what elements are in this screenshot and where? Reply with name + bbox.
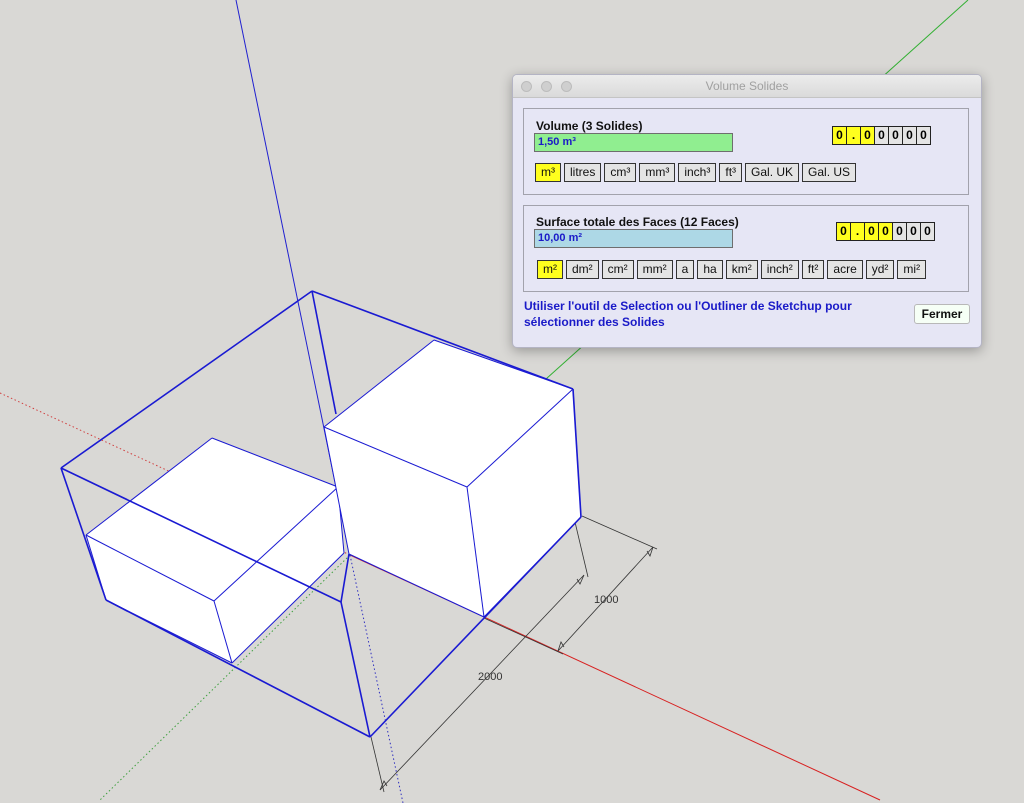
unit-button[interactable]: m³ xyxy=(535,163,561,182)
unit-button[interactable]: acre xyxy=(827,260,863,279)
dimension-2000-label: 2000 xyxy=(478,671,502,683)
volume-label: Volume (3 Solides) xyxy=(536,119,643,133)
unit-button[interactable]: ha xyxy=(697,260,723,279)
precision-digit[interactable]: 0 xyxy=(906,222,921,241)
unit-button[interactable]: mm³ xyxy=(639,163,676,182)
fermer-button[interactable]: Fermer xyxy=(914,304,970,324)
unit-button[interactable]: yd² xyxy=(865,260,895,279)
unit-button[interactable]: ft³ xyxy=(719,163,743,182)
precision-digit[interactable]: 0 xyxy=(878,222,893,241)
unit-button[interactable]: cm³ xyxy=(604,163,637,182)
surface-value-field: 10,00 m² xyxy=(534,229,733,248)
precision-digit[interactable]: 0 xyxy=(836,222,851,241)
precision-digit[interactable]: 0 xyxy=(892,222,907,241)
precision-digit[interactable]: 0 xyxy=(874,126,889,145)
unit-button[interactable]: litres xyxy=(564,163,602,182)
precision-digit[interactable]: . xyxy=(850,222,865,241)
unit-button[interactable]: mi² xyxy=(897,260,927,279)
dialog-titlebar[interactable]: Volume Solides xyxy=(513,75,981,98)
unit-button[interactable]: mm² xyxy=(636,260,673,279)
precision-digit[interactable]: 0 xyxy=(864,222,879,241)
precision-digit[interactable]: . xyxy=(846,126,861,145)
volume-precision-digits[interactable]: 0.00000 xyxy=(832,126,931,145)
surface-precision-digits[interactable]: 0.00000 xyxy=(836,222,935,241)
precision-digit[interactable]: 0 xyxy=(888,126,903,145)
surface-panel: Surface totale des Faces (12 Faces) 10,0… xyxy=(523,205,969,292)
precision-digit[interactable]: 0 xyxy=(860,126,875,145)
dialog-title: Volume Solides xyxy=(705,79,789,93)
unit-button[interactable]: Gal. US xyxy=(802,163,857,182)
unit-button[interactable]: dm² xyxy=(566,260,599,279)
solid-small[interactable] xyxy=(85,437,345,664)
surface-label: Surface totale des Faces (12 Faces) xyxy=(536,215,739,229)
volume-solides-dialog[interactable]: Volume Solides Volume (3 Solides) 1,50 m… xyxy=(512,74,982,348)
solid-large[interactable] xyxy=(323,339,582,618)
precision-digit[interactable]: 0 xyxy=(832,126,847,145)
unit-button[interactable]: Gal. UK xyxy=(745,163,800,182)
unit-button[interactable]: inch² xyxy=(760,260,799,279)
volume-unit-buttons: m³ litres cm³ mm³ inch³ ft³ Gal. UK Gal. US xyxy=(535,163,857,182)
selection-hint: Utiliser l'outil de Selection ou l'Outli… xyxy=(524,299,852,329)
surface-unit-buttons: m² dm² cm² mm² a ha km² inch² ft² acre yd² mi² xyxy=(537,260,927,279)
unit-button[interactable]: cm² xyxy=(601,260,634,279)
precision-digit[interactable]: 0 xyxy=(920,222,935,241)
volume-value-field: 1,50 m³ xyxy=(534,133,733,152)
unit-button[interactable]: inch³ xyxy=(678,163,717,182)
unit-button[interactable]: m² xyxy=(537,260,563,279)
unit-button[interactable]: km² xyxy=(725,260,758,279)
unit-button[interactable]: a xyxy=(675,260,695,279)
precision-digit[interactable]: 0 xyxy=(916,126,931,145)
volume-panel: Volume (3 Solides) 1,50 m³ 0.00000 m³ lit… xyxy=(523,108,969,195)
unit-button[interactable]: ft² xyxy=(801,260,825,279)
dimension-1000-label: 1000 xyxy=(594,594,618,606)
precision-digit[interactable]: 0 xyxy=(902,126,917,145)
